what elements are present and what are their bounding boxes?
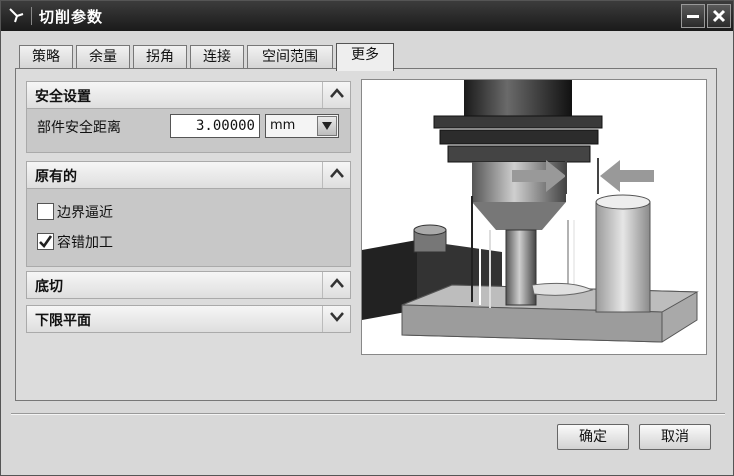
chevron-up-icon[interactable]: [322, 272, 350, 298]
section-title-original: 原有的: [35, 169, 77, 185]
section-title-lower-limit: 下限平面: [35, 313, 91, 329]
close-icon: [712, 9, 726, 23]
section-header-undercut[interactable]: 底切: [26, 271, 351, 299]
tab-panel-more: 安全设置 部件安全距离 3.00000 mm 原有的 边界逼近 容错加工 底切 …: [15, 68, 717, 401]
title-separator: [31, 7, 32, 25]
machining-preview-image: [361, 79, 707, 355]
chevron-up-icon[interactable]: [322, 82, 350, 108]
tab-connections[interactable]: 连接: [190, 45, 244, 69]
tolerant-machining-checkbox[interactable]: [37, 233, 54, 250]
tab-stock[interactable]: 余量: [76, 45, 130, 69]
section-header-safety[interactable]: 安全设置: [26, 81, 351, 109]
section-header-original[interactable]: 原有的: [26, 161, 351, 189]
chevron-down-icon[interactable]: [322, 306, 350, 332]
tolerant-machining-label: 容错加工: [57, 235, 113, 251]
chevron-up-icon[interactable]: [322, 162, 350, 188]
section-title-safety: 安全设置: [35, 89, 91, 105]
dialog-window: 切削参数 策略 余量 拐角 连接 空间范围 更多 安全设置 部件安全距离 3.0…: [0, 0, 734, 476]
tab-more[interactable]: 更多: [336, 43, 394, 71]
title-bar[interactable]: 切削参数: [1, 1, 733, 31]
unit-dropdown[interactable]: mm: [265, 114, 339, 138]
ok-button[interactable]: 确定: [557, 424, 629, 450]
window-title: 切削参数: [39, 8, 104, 26]
boundary-approach-checkbox[interactable]: [37, 203, 54, 220]
part-clearance-input[interactable]: 3.00000: [170, 114, 260, 138]
checkmark-icon: [39, 235, 53, 249]
minimize-button[interactable]: [681, 4, 705, 28]
section-title-undercut: 底切: [35, 279, 63, 295]
section-header-lower-limit[interactable]: 下限平面: [26, 305, 351, 333]
cutting-tool-icon: [9, 8, 24, 23]
section-body-safety: 部件安全距离 3.00000 mm: [26, 109, 351, 153]
minimize-icon: [687, 15, 699, 18]
boundary-approach-label: 边界逼近: [57, 205, 113, 221]
part-clearance-label: 部件安全距离: [37, 120, 121, 136]
unit-value: mm: [270, 118, 296, 133]
footer-divider: [11, 413, 725, 415]
triangle-down-icon[interactable]: [317, 116, 337, 136]
close-button[interactable]: [707, 4, 731, 28]
tab-corners[interactable]: 拐角: [133, 45, 187, 69]
tab-containment[interactable]: 空间范围: [247, 45, 333, 69]
cancel-button[interactable]: 取消: [639, 424, 711, 450]
tab-strategy[interactable]: 策略: [19, 45, 73, 69]
section-body-original: 边界逼近 容错加工: [26, 189, 351, 267]
